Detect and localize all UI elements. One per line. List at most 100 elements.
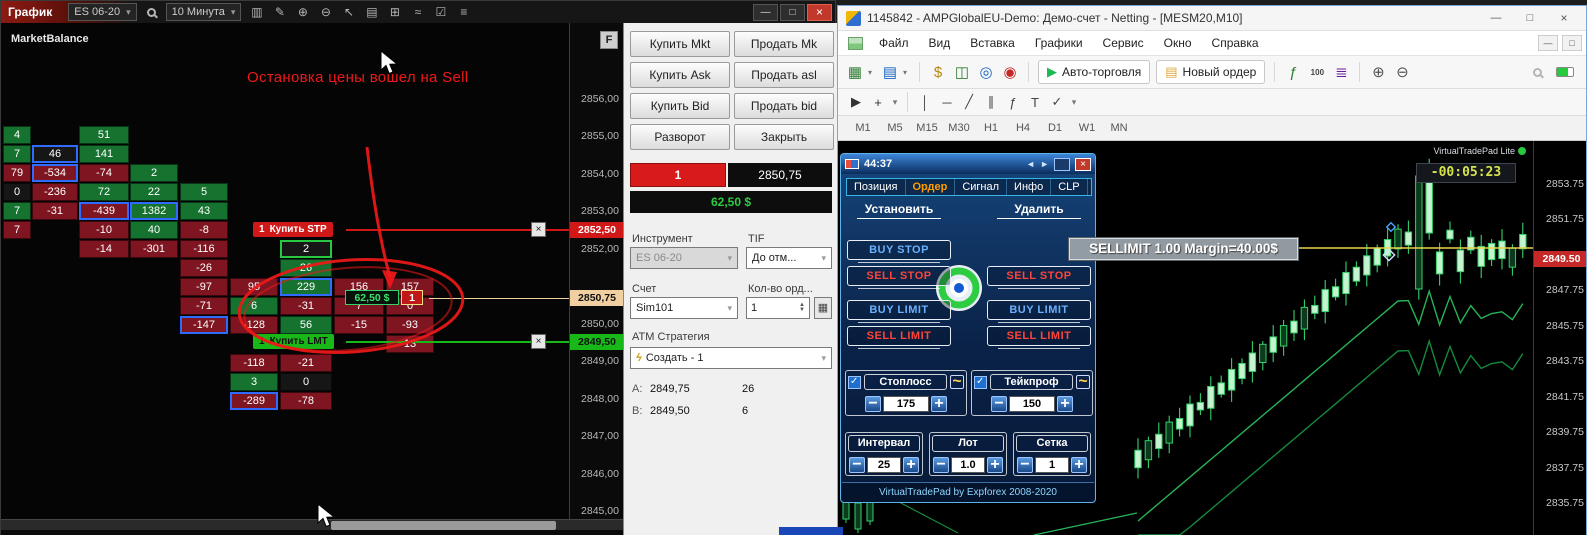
- tab-CLP[interactable]: CLP: [1051, 179, 1088, 195]
- price-axis[interactable]: F 2856,00 2855,00 2854,00 2853,00 2852,00 285…: [569, 23, 623, 519]
- zoom-out-icon[interactable]: ⊖: [314, 3, 337, 21]
- lot-minus-button[interactable]: [933, 457, 949, 473]
- takeprofit-value[interactable]: 150: [1009, 396, 1055, 412]
- tf-M15[interactable]: M15: [912, 119, 942, 138]
- profiles-icon[interactable]: ▤: [879, 61, 901, 83]
- menu-item-Справка[interactable]: Справка: [1202, 36, 1269, 50]
- navigator-icon[interactable]: ◎: [975, 61, 997, 83]
- crosshair-icon[interactable]: +: [868, 92, 888, 112]
- trailing-icon[interactable]: [950, 375, 964, 389]
- maximize-button[interactable]: [780, 3, 805, 21]
- window-grid-icon[interactable]: ⊞: [383, 3, 406, 21]
- sell-ask-button[interactable]: Продать asl: [734, 62, 834, 88]
- tf-W1[interactable]: W1: [1072, 119, 1102, 138]
- grid-plus-button[interactable]: [1071, 457, 1087, 473]
- set-buy-stop-button[interactable]: BUY STOP: [847, 240, 951, 263]
- report-icon[interactable]: ▤: [360, 3, 383, 21]
- menu-item-Графики[interactable]: Графики: [1025, 36, 1093, 50]
- maximize-button[interactable]: [1516, 9, 1544, 27]
- templates-icon[interactable]: ≣: [1330, 61, 1352, 83]
- close-button[interactable]: [1550, 9, 1578, 27]
- buy-stop-tag[interactable]: 1 Купить STP: [253, 222, 333, 237]
- buy-limit-tag[interactable]: 1 Купить LMT: [253, 334, 334, 349]
- stoploss-checkbox[interactable]: [848, 375, 861, 389]
- trailing-icon[interactable]: [1076, 375, 1090, 389]
- tf-H1[interactable]: H1: [976, 119, 1006, 138]
- child-minimize-button[interactable]: [1538, 35, 1558, 51]
- next-arrow-icon[interactable]: [1040, 159, 1049, 169]
- autotrade-button[interactable]: ▶ Авто-торговля: [1038, 60, 1151, 84]
- lot-value[interactable]: 1.0: [951, 457, 985, 473]
- interval-minus-button[interactable]: [849, 457, 865, 473]
- chevron-down-icon[interactable]: [868, 68, 877, 77]
- indicator-icon[interactable]: ≈: [406, 3, 429, 21]
- takeprofit-minus-button[interactable]: [991, 396, 1007, 412]
- tf-MN[interactable]: MN: [1104, 119, 1134, 138]
- timeframe-dropdown[interactable]: 10 Минута: [165, 3, 242, 21]
- menu-item-Окно[interactable]: Окно: [1154, 36, 1202, 50]
- buy-market-button[interactable]: Купить Mkt: [630, 31, 730, 57]
- instrument-dropdown[interactable]: ES 06-20: [68, 3, 137, 21]
- draw-icon[interactable]: ✎: [268, 3, 291, 21]
- region-icon[interactable]: ☑: [429, 3, 452, 21]
- search-icon[interactable]: [146, 7, 156, 17]
- minimize-button[interactable]: [1482, 9, 1510, 27]
- tab-Инфо[interactable]: Инфо: [1007, 179, 1052, 195]
- cursor-icon[interactable]: ▶: [846, 92, 866, 112]
- text-icon[interactable]: T: [1025, 92, 1045, 112]
- footprint-chart[interactable]: MarketBalance 4 51 7 46 141 79 -534 -74 2 0 -236 72…: [1, 23, 569, 519]
- sell-market-button[interactable]: Продать Mk: [734, 31, 834, 57]
- periods-icon[interactable]: 100: [1306, 61, 1328, 83]
- new-chart-icon[interactable]: ▦: [844, 61, 866, 83]
- indicators-icon[interactable]: ƒ: [1282, 61, 1304, 83]
- tf-M5[interactable]: M5: [880, 119, 910, 138]
- stoploss-value[interactable]: 175: [883, 396, 929, 412]
- tab-Сигнал[interactable]: Сигнал: [955, 179, 1008, 195]
- trendline-icon[interactable]: ╱: [959, 92, 979, 112]
- chart-menu-icon[interactable]: [848, 36, 863, 50]
- spinner-arrows-icon[interactable]: [799, 303, 805, 313]
- account-select[interactable]: Sim101: [630, 297, 738, 319]
- tf-H4[interactable]: H4: [1008, 119, 1038, 138]
- buy-bid-button[interactable]: Купить Bid: [630, 93, 730, 119]
- delete-sell-stop-button[interactable]: SELL STOP: [987, 266, 1091, 289]
- tf-D1[interactable]: D1: [1040, 119, 1070, 138]
- grid-minus-button[interactable]: [1017, 457, 1033, 473]
- reverse-button[interactable]: Разворот: [630, 124, 730, 150]
- menu-item-Файл[interactable]: Файл: [869, 36, 919, 50]
- vtp-minimize-button[interactable]: [1054, 157, 1070, 171]
- tif-select[interactable]: До отм...: [746, 247, 832, 269]
- arrows-icon[interactable]: ✓: [1047, 92, 1067, 112]
- tf-M1[interactable]: M1: [848, 119, 878, 138]
- stoploss-minus-button[interactable]: [865, 396, 881, 412]
- set-buy-limit-button[interactable]: BUY LIMIT: [847, 300, 951, 323]
- set-sell-stop-button[interactable]: SELL STOP: [847, 266, 951, 289]
- menu-item-Сервис[interactable]: Сервис: [1093, 36, 1154, 50]
- dom-grid-button[interactable]: [814, 297, 832, 319]
- interval-value[interactable]: 25: [867, 457, 901, 473]
- search-icon[interactable]: [1533, 67, 1542, 77]
- buy-ask-button[interactable]: Купить Ask: [630, 62, 730, 88]
- signals-icon[interactable]: ◉: [999, 61, 1021, 83]
- order-qty-stepper[interactable]: 1: [746, 297, 810, 319]
- instrument-select[interactable]: ES 06-20: [630, 247, 738, 269]
- vline-icon[interactable]: │: [915, 92, 935, 112]
- pointer-icon[interactable]: ↖: [337, 3, 360, 21]
- scrollbar-thumb[interactable]: [331, 521, 556, 530]
- price-axis[interactable]: 2849.50 2853.75 2851.75 2847.75 2845.75 2843…: [1533, 141, 1586, 535]
- list-icon[interactable]: ≡: [452, 3, 475, 21]
- candlestick-chart[interactable]: 44:37 ПозицияОрдерСигналИнфоCLP Установи…: [838, 141, 1586, 535]
- f-button[interactable]: F: [600, 31, 618, 49]
- delete-buy-limit-button[interactable]: BUY LIMIT: [987, 300, 1091, 323]
- takeprofit-plus-button[interactable]: [1057, 396, 1073, 412]
- market-watch-icon[interactable]: $: [927, 61, 949, 83]
- minimize-button[interactable]: [753, 3, 778, 21]
- menu-item-Вставка[interactable]: Вставка: [960, 36, 1025, 50]
- atm-strategy-select[interactable]: Создать - 1: [630, 347, 832, 369]
- sell-bid-button[interactable]: Продать bid: [734, 93, 834, 119]
- hline-icon[interactable]: ─: [937, 92, 957, 112]
- chevron-down-icon[interactable]: [903, 68, 912, 77]
- menu-item-Вид[interactable]: Вид: [919, 36, 961, 50]
- zoom-out-icon[interactable]: ⊖: [1391, 61, 1413, 83]
- data-window-icon[interactable]: ◫: [951, 61, 973, 83]
